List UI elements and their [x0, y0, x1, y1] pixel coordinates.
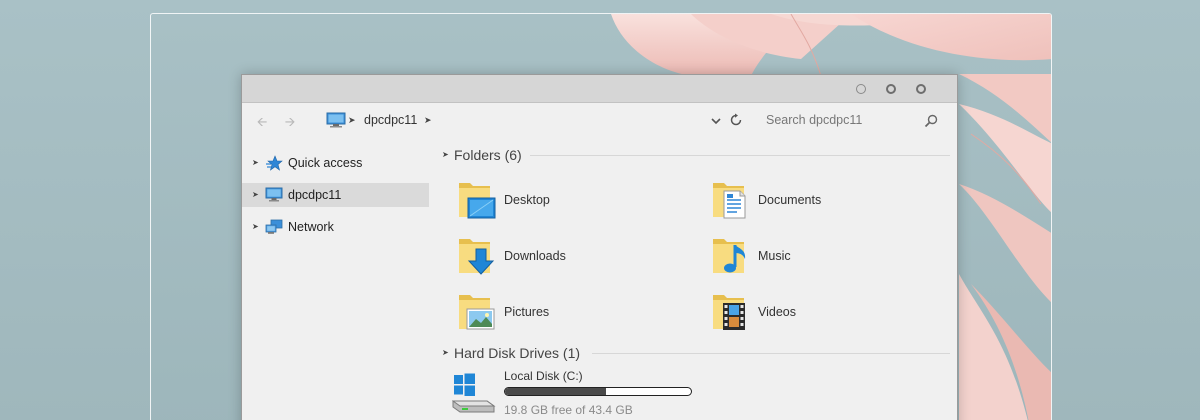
expand-arrow-icon[interactable]: ➤ [252, 220, 259, 234]
drive-usage-bar [504, 387, 692, 396]
folders-group-header[interactable]: ➤ Folders (6) [438, 139, 954, 169]
forward-arrow-icon[interactable]: 🡪 [282, 115, 298, 129]
chevron-down-icon[interactable] [710, 115, 722, 127]
back-arrow-icon[interactable]: 🡨 [254, 115, 270, 129]
computer-icon[interactable] [326, 112, 346, 128]
file-explorer-window: 🡨 🡪 ➤ dpcdpc11 ➤ ➤ [241, 74, 958, 420]
group-divider [592, 353, 950, 354]
drive-local-disk-c[interactable]: Local Disk (C:) 19.8 GB free of 43.4 GB [438, 367, 954, 420]
folder-label: Desktop [504, 193, 550, 207]
folder-music[interactable]: Music [692, 235, 932, 281]
network-icon [265, 219, 283, 234]
sidebar-item-label: Quick access [288, 156, 363, 170]
music-folder-icon [713, 239, 746, 273]
folder-downloads[interactable]: Downloads [438, 235, 678, 281]
drive-name: Local Disk (C:) [504, 369, 583, 383]
folder-pictures[interactable]: Pictures [438, 291, 678, 337]
expand-arrow-icon[interactable]: ➤ [252, 188, 259, 202]
videos-folder-icon [713, 295, 745, 330]
folder-videos[interactable]: Videos [692, 291, 932, 337]
maximize-button[interactable] [886, 84, 896, 94]
address-bar: 🡨 🡪 ➤ dpcdpc11 ➤ [242, 103, 957, 139]
drives-group-header[interactable]: ➤ Hard Disk Drives (1) [438, 337, 954, 367]
close-button[interactable] [916, 84, 926, 94]
pictures-folder-icon [459, 295, 495, 330]
breadcrumb-separator-icon[interactable]: ➤ [348, 113, 356, 127]
breadcrumb-current[interactable]: dpcdpc11 [364, 113, 417, 127]
star-icon [266, 155, 283, 171]
folder-label: Pictures [504, 305, 550, 319]
computer-icon [265, 187, 283, 202]
expand-arrow-icon[interactable]: ➤ [252, 156, 259, 170]
desktop-folder-icon [459, 183, 496, 219]
folders-grid: Desktop Documents Downloads Music Pictur… [438, 169, 954, 337]
minimize-button[interactable] [856, 84, 866, 94]
hard-drive-icon [452, 373, 496, 413]
folder-label: Videos [758, 305, 796, 319]
group-title: Hard Disk Drives (1) [454, 345, 581, 361]
collapse-arrow-icon[interactable]: ➤ [442, 347, 449, 359]
folder-documents[interactable]: Documents [692, 179, 932, 225]
downloads-folder-icon [459, 239, 495, 275]
sidebar-item-label: dpcdpc11 [288, 188, 342, 202]
sidebar-item-this-pc[interactable]: ➤ dpcdpc11 [242, 183, 429, 207]
refresh-icon[interactable] [729, 113, 743, 127]
folder-label: Music [758, 249, 791, 263]
sidebar-item-network[interactable]: ➤ Network [242, 215, 429, 239]
folder-desktop[interactable]: Desktop [438, 179, 678, 225]
drive-free-space: 19.8 GB free of 43.4 GB [504, 403, 633, 417]
search-icon[interactable] [924, 114, 938, 128]
sidebar-item-label: Network [288, 220, 334, 234]
drive-usage-fill [505, 388, 607, 395]
breadcrumb-separator-icon[interactable]: ➤ [424, 113, 432, 127]
content-pane: ➤ Folders (6) Desktop Documents Download… [438, 139, 954, 420]
group-title: Folders (6) [454, 147, 522, 163]
group-divider [530, 155, 950, 156]
navigation-pane: ➤ Quick access ➤ dpcdpc11 ➤ Network [242, 151, 430, 247]
documents-folder-icon [713, 183, 746, 219]
title-bar[interactable] [242, 75, 957, 103]
folder-label: Documents [758, 193, 822, 207]
collapse-arrow-icon[interactable]: ➤ [442, 149, 449, 161]
folder-label: Downloads [504, 249, 566, 263]
search-input[interactable] [756, 107, 946, 133]
sidebar-item-quick-access[interactable]: ➤ Quick access [242, 151, 429, 175]
